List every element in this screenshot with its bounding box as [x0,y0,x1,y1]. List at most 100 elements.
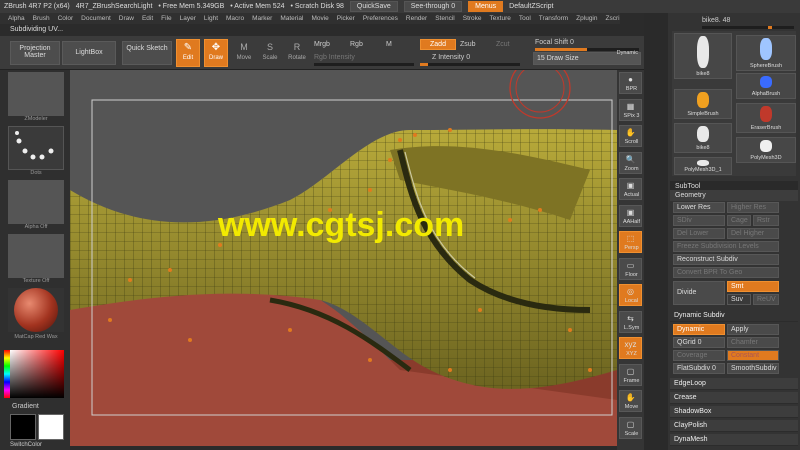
menu-draw[interactable]: Draw [119,15,134,22]
tool-slider-track[interactable] [702,26,794,29]
reuv-button[interactable]: ReUV [753,294,779,305]
menu-stroke[interactable]: Stroke [463,15,482,22]
tool-tile-bike8[interactable]: bike8 [674,123,732,153]
move-button[interactable]: M Move [232,39,256,67]
rstr-button[interactable]: Rstr [753,215,779,226]
z-intensity-slider[interactable]: Z Intensity 0 [432,54,470,61]
menu-tool[interactable]: Tool [519,15,531,22]
quicksave-button[interactable]: QuickSave [349,1,398,12]
convert-bpr-button[interactable]: Convert BPR To Geo [673,267,779,278]
tool-bpr-button[interactable]: ● BPR [619,72,642,94]
crease-section[interactable]: Crease [670,392,798,404]
freeze-subdivision-button[interactable]: Freeze Subdivision Levels [673,241,779,252]
menu-layer[interactable]: Layer [180,15,196,22]
menu-brush[interactable]: Brush [33,15,50,22]
menu-texture[interactable]: Texture [490,15,511,22]
tool-move-button[interactable]: ✋ Move [619,390,642,412]
switchcolor-button[interactable]: SwitchColor [10,442,42,448]
menu-movie[interactable]: Movie [311,15,328,22]
menu-render[interactable]: Render [406,15,427,22]
default-zscript[interactable]: DefaultZScript [509,3,553,10]
edgeloop-section[interactable]: EdgeLoop [670,378,798,390]
menu-light[interactable]: Light [204,15,218,22]
current-tool-name[interactable]: bike8. 48 [702,17,730,24]
chamfer-button[interactable]: Chamfer [727,337,779,348]
smoothsubdiv-slider[interactable]: SmoothSubdiv [727,363,779,374]
del-lower-button[interactable]: Del Lower [673,228,725,239]
stroke-thumbnail[interactable] [8,126,64,170]
tool-aahalf-button[interactable]: ▣ AAHalf [619,204,642,227]
secondary-color-swatch[interactable] [38,414,64,440]
dynamic-toggle[interactable]: Dynamic [617,48,638,59]
tool-slider-thumb[interactable] [768,26,772,29]
tool-persp-button[interactable]: ⬚ Persp [619,231,642,253]
menu-color[interactable]: Color [58,15,74,22]
menu-preferences[interactable]: Preferences [363,15,398,22]
tool-l-sym-button[interactable]: ⇆ L.Sym [619,310,642,333]
claypolish-section[interactable]: ClayPolish [670,420,798,432]
edit-button[interactable]: ✎ Edit [176,39,200,67]
rgb-intensity-slider[interactable]: Rgb Intensity [314,54,355,61]
higher-res-button[interactable]: Higher Res [727,202,779,213]
menu-transform[interactable]: Transform [539,15,568,22]
rgb-intensity-track[interactable] [314,63,414,66]
projection-master-button[interactable]: Projection Master [10,41,60,65]
menu-marker[interactable]: Marker [252,15,272,22]
menu-stencil[interactable]: Stencil [435,15,455,22]
menu-zplugin[interactable]: Zplugin [576,15,597,22]
dynamesh-section[interactable]: DynaMesh [670,434,798,446]
scale-button[interactable]: S Scale [258,39,282,67]
lower-res-button[interactable]: Lower Res [673,202,725,213]
tool-scroll-button[interactable]: ✋ Scroll [619,125,642,147]
qgrid-slider[interactable]: QGrid 0 [673,337,725,348]
tool-frame-button[interactable]: ▢ Frame [619,363,642,386]
main-color-swatch[interactable] [10,414,36,440]
tool-floor-button[interactable]: ▭ Floor [619,257,642,280]
sdiv-slider[interactable]: SDiv [673,215,725,226]
flatsubdiv-slider[interactable]: FlatSubdiv 0 [673,363,725,374]
gradient-label[interactable]: Gradient [12,403,39,410]
quick-sketch-button[interactable]: Quick Sketch [122,41,172,65]
menu-material[interactable]: Material [280,15,303,22]
geometry-header[interactable]: Geometry [670,190,798,201]
del-higher-button[interactable]: Del Higher [727,228,779,239]
tool-tile-eraserbrush[interactable]: EraserBrush [736,103,796,133]
cage-button[interactable]: Cage [727,215,751,226]
rotate-button[interactable]: R Rotate [285,39,309,67]
menu-zscript[interactable]: Zscript [606,15,621,22]
divide-button[interactable]: Divide [673,281,725,305]
zcut-button[interactable]: Zcut [496,41,510,48]
alpha-thumbnail[interactable] [8,180,64,224]
tool-spix-3-button[interactable]: ▦ SPix 3 [619,98,642,121]
tool-scale-button[interactable]: ▢ Scale [619,416,642,439]
seethrough-slider[interactable]: See-through 0 [403,1,463,12]
draw-size-slider[interactable]: 15 Draw Size Dynamic [533,50,641,65]
texture-thumbnail[interactable] [8,234,64,278]
tool-tile-alphabrush[interactable]: AlphaBrush [736,73,796,99]
menu-alpha[interactable]: Alpha [8,15,25,22]
lightbox-button[interactable]: LightBox [62,41,116,65]
tool-tile-polymesh3d[interactable]: PolyMesh3D [736,137,796,163]
material-thumbnail[interactable] [8,288,64,332]
tool-xyz-button[interactable]: xyz XYZ [619,337,642,359]
canvas-viewport[interactable]: www.cgtsj.com [70,70,617,446]
tool-local-button[interactable]: ◎ Local [619,284,642,306]
focal-shift-slider[interactable]: Focal Shift 0 [535,39,574,46]
tool-tile-simplebrush[interactable]: SimpleBrush [674,89,732,119]
brush-thumbnail[interactable] [8,72,64,116]
zsub-button[interactable]: Zsub [460,41,476,48]
rgb-button[interactable]: Rgb [350,41,363,48]
menus-button[interactable]: Menus [468,1,504,12]
dynamic-subdiv-toggle[interactable]: Dynamic [673,324,725,335]
constant-toggle[interactable]: Constant [727,350,779,361]
tool-tile-spherebrush[interactable]: SphereBrush [736,35,796,71]
menu-edit[interactable]: Edit [142,15,153,22]
draw-button[interactable]: ✥ Draw [204,39,228,67]
shadowbox-section[interactable]: ShadowBox [670,406,798,418]
tool-tile-bike8[interactable]: bike8 [674,33,732,79]
suv-toggle[interactable]: Suv [727,294,751,305]
menu-document[interactable]: Document [81,15,111,22]
color-picker[interactable] [10,350,64,398]
tool-actual-button[interactable]: ▣ Actual [619,178,642,200]
menu-file[interactable]: File [161,15,171,22]
